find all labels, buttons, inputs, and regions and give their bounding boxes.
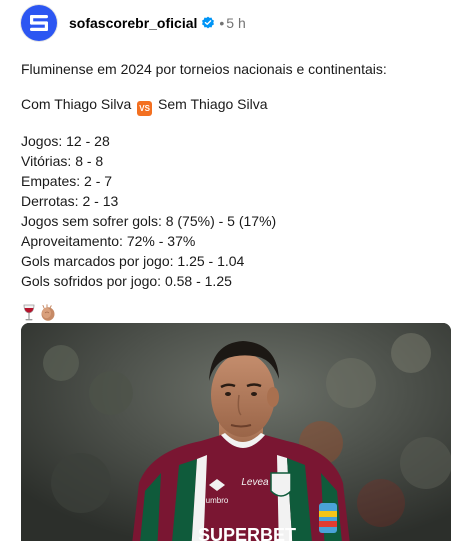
post-timestamp[interactable]: 5 h bbox=[226, 15, 245, 31]
post-caption: Fluminense em 2024 por torneios nacionai… bbox=[21, 59, 451, 323]
stat-line-goals-scored: Gols marcados por jogo: 1.25 - 1.04 bbox=[21, 253, 245, 269]
shirt-brand-text: Levea bbox=[241, 477, 269, 488]
post-card: sofascorebr_oficial • 5 h Fluminense em … bbox=[0, 0, 469, 541]
comparison-line: Com Thiago Silva VS Sem Thiago Silva bbox=[21, 94, 451, 116]
emoji-row bbox=[21, 303, 451, 323]
kit-brand-text: umbro bbox=[206, 496, 229, 505]
vs-icon: VS bbox=[137, 101, 153, 116]
player-photo: umbro Levea SUPERBET bbox=[21, 323, 451, 541]
username-link[interactable]: sofascorebr_oficial bbox=[69, 15, 197, 31]
sponsor-text: SUPERBET bbox=[198, 525, 296, 541]
caption-title: Fluminense em 2024 por torneios nacionai… bbox=[21, 61, 387, 77]
post-header: sofascorebr_oficial • 5 h bbox=[21, 5, 246, 41]
verified-badge-icon bbox=[201, 16, 215, 30]
stat-line-performance: Aproveitamento: 72% - 37% bbox=[21, 233, 196, 249]
time-separator: • bbox=[219, 15, 225, 31]
stat-line-losses: Derrotas: 2 - 13 bbox=[21, 193, 119, 209]
stat-line-wins: Vitórias: 8 - 8 bbox=[21, 153, 104, 169]
comparison-right: Sem Thiago Silva bbox=[158, 96, 268, 112]
stat-line-draws: Empates: 2 - 7 bbox=[21, 173, 113, 189]
stat-line-games: Jogos: 12 - 28 bbox=[21, 133, 110, 149]
sofascore-logo-icon bbox=[30, 15, 48, 31]
wine-glass-icon bbox=[23, 304, 35, 321]
avatar[interactable] bbox=[21, 5, 57, 41]
stat-line-clean-sheets: Jogos sem sofrer gols: 8 (75%) - 5 (17%) bbox=[21, 213, 277, 229]
post-image[interactable]: umbro Levea SUPERBET bbox=[21, 323, 451, 541]
clapping-hands-icon bbox=[41, 304, 55, 321]
comparison-left: Com Thiago Silva bbox=[21, 96, 132, 112]
stat-line-goals-conceded: Gols sofridos por jogo: 0.58 - 1.25 bbox=[21, 273, 232, 289]
